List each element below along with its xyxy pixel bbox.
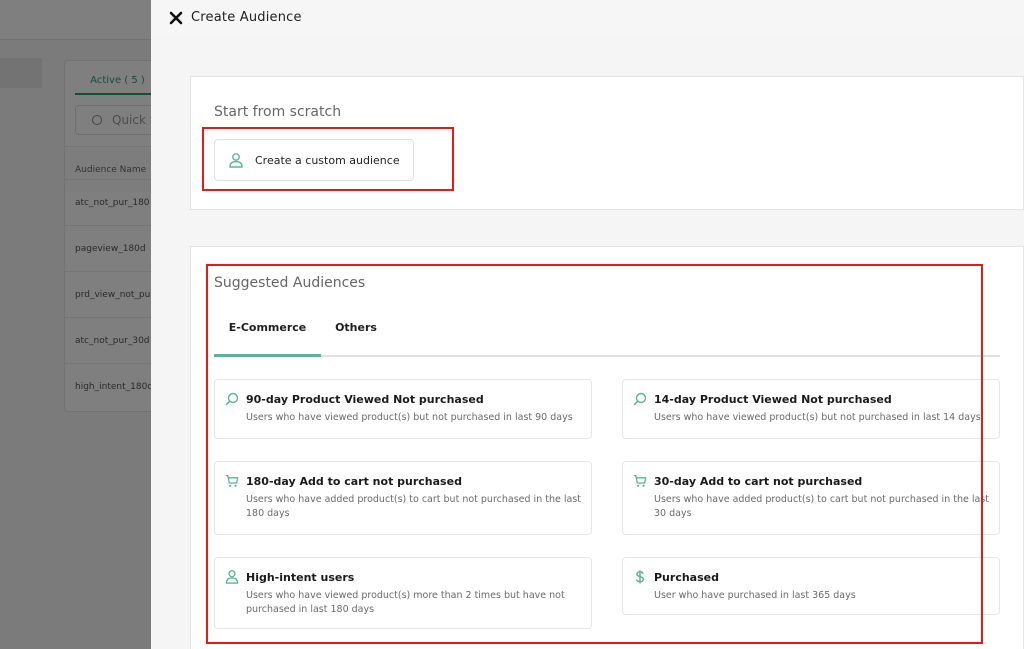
drawer-title: Create Audience xyxy=(191,10,302,25)
close-icon[interactable] xyxy=(169,11,183,25)
drawer-header: Create Audience xyxy=(151,0,1024,38)
start-from-scratch-title: Start from scratch xyxy=(214,104,342,120)
highlight-box-custom-audience xyxy=(202,127,454,191)
highlight-box-suggested-audiences xyxy=(206,264,983,644)
